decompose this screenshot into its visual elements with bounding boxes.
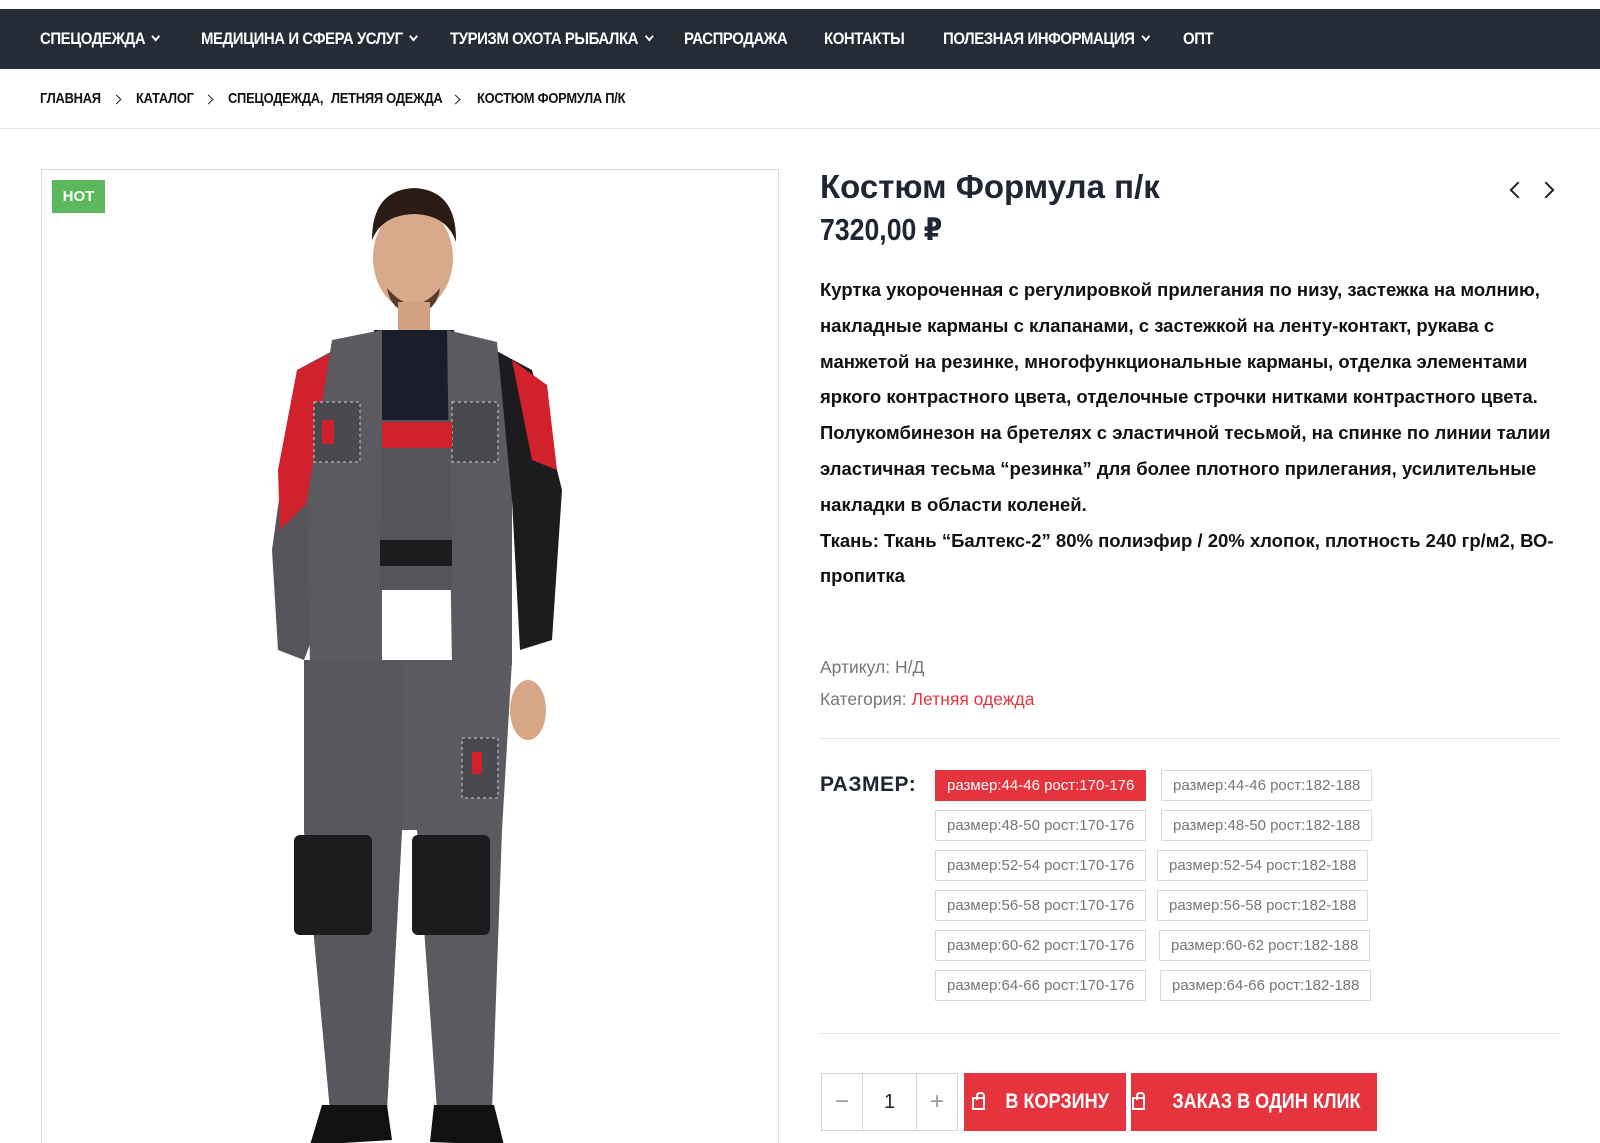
- nav-item-label: РАСПРОДАЖА: [684, 29, 788, 48]
- chevron-down-icon: [409, 31, 419, 42]
- chevron-left-icon[interactable]: [1509, 181, 1527, 199]
- size-option[interactable]: размер:60-62 рост:182-188: [1159, 930, 1371, 961]
- nav-item-label: ПОЛЕЗНАЯ ИНФОРМАЦИЯ: [943, 29, 1135, 48]
- one-click-order-label: ЗАКАЗ В ОДИН КЛИК: [1172, 1090, 1361, 1113]
- size-option[interactable]: размер:56-58 рост:182-188: [1157, 890, 1369, 921]
- nav-item-label: МЕДИЦИНА И СФЕРА УСЛУГ: [201, 29, 403, 48]
- breadcrumb: ГЛАВНАЯ КАТАЛОГ СПЕЦОДЕЖДА, ЛЕТНЯЯ ОДЕЖД…: [0, 69, 1600, 129]
- nav-item-medicine[interactable]: МЕДИЦИНА И СФЕРА УСЛУГ: [201, 9, 419, 69]
- sku-label: Артикул:: [820, 657, 891, 677]
- nav-item-label: СПЕЦОДЕЖДА: [40, 29, 146, 48]
- size-option[interactable]: размер:44-46 рост:170-176: [935, 770, 1147, 801]
- breadcrumb-catalog[interactable]: КАТАЛОГ: [136, 90, 194, 107]
- size-option[interactable]: размер:48-50 рост:170-176: [935, 810, 1147, 841]
- nav-item-tourism[interactable]: ТУРИЗМ ОХОТА РЫБАЛКА: [450, 9, 654, 69]
- nav-item-wholesale[interactable]: ОПТ: [1183, 9, 1214, 69]
- nav-item-label: ОПТ: [1183, 29, 1214, 48]
- description-paragraph: Куртка укороченная с регулировкой прилег…: [820, 279, 1540, 408]
- divider: [820, 1033, 1560, 1034]
- category-row: Категория: Летняя одежда: [820, 689, 1034, 710]
- nav-item-sale[interactable]: РАСПРОДАЖА: [684, 9, 788, 69]
- hot-badge: HOT: [52, 180, 105, 213]
- size-option[interactable]: размер:48-50 рост:182-188: [1161, 810, 1373, 841]
- breadcrumb-current: КОСТЮМ ФОРМУЛА П/К: [477, 90, 626, 107]
- breadcrumb-home[interactable]: ГЛАВНАЯ: [40, 90, 101, 107]
- divider: [820, 738, 1560, 739]
- size-option[interactable]: размер:56-58 рост:170-176: [935, 890, 1147, 921]
- size-label: РАЗМЕР:: [820, 773, 917, 796]
- size-option[interactable]: размер:52-54 рост:170-176: [935, 850, 1147, 881]
- nav-item-label: КОНТАКТЫ: [824, 29, 905, 48]
- product-gallery[interactable]: HOT: [41, 169, 779, 1143]
- description-paragraph: Ткань: Ткань “Балтекс-2” 80% полиэфир / …: [820, 529, 1554, 587]
- top-strip: [0, 0, 1600, 9]
- product-description: Куртка укороченная с регулировкой прилег…: [820, 272, 1560, 594]
- add-to-cart-button[interactable]: В КОРЗИНУ: [964, 1073, 1126, 1131]
- one-click-order-button[interactable]: ЗАКАЗ В ОДИН КЛИК: [1131, 1073, 1377, 1131]
- chevron-down-icon: [151, 31, 161, 42]
- product-title: Костюм Формула п/к: [820, 168, 1160, 205]
- size-option[interactable]: размер:52-54 рост:182-188: [1157, 850, 1369, 881]
- quantity-increase-button[interactable]: +: [917, 1074, 957, 1130]
- chevron-right-icon: [450, 94, 461, 105]
- sku-value: Н/Д: [894, 657, 925, 677]
- size-option[interactable]: размер:44-46 рост:182-188: [1161, 770, 1373, 801]
- chevron-right-icon[interactable]: [1537, 181, 1555, 199]
- quantity-stepper: − 1 +: [821, 1073, 958, 1131]
- size-option[interactable]: размер:64-66 рост:170-176: [935, 970, 1147, 1001]
- product-image[interactable]: [42, 170, 779, 1143]
- nav-item-info[interactable]: ПОЛЕЗНАЯ ИНФОРМАЦИЯ: [943, 9, 1150, 69]
- quantity-decrease-button[interactable]: −: [822, 1074, 862, 1130]
- chevron-right-icon: [203, 94, 214, 105]
- category-link[interactable]: Летняя одежда: [912, 689, 1035, 709]
- shopping-bag-icon: [972, 1092, 986, 1110]
- size-option[interactable]: размер:64-66 рост:182-188: [1160, 970, 1372, 1001]
- size-option[interactable]: размер:60-62 рост:170-176: [935, 930, 1147, 961]
- product-nav: [1506, 176, 1566, 206]
- nav-item-specodezhda[interactable]: СПЕЦОДЕЖДА: [40, 9, 161, 69]
- product-price: 7320,00 ₽: [820, 212, 943, 247]
- description-paragraph: Полукомбинезон на бретелях с эластичной …: [820, 422, 1551, 515]
- chevron-right-icon: [111, 94, 122, 105]
- nav-item-label: ТУРИЗМ ОХОТА РЫБАЛКА: [450, 29, 639, 48]
- quantity-input[interactable]: 1: [862, 1074, 917, 1130]
- breadcrumb-category-specodezhda[interactable]: СПЕЦОДЕЖДА,: [228, 90, 323, 107]
- nav-item-contacts[interactable]: КОНТАКТЫ: [824, 9, 905, 69]
- breadcrumb-category-summer[interactable]: ЛЕТНЯЯ ОДЕЖДА: [331, 90, 443, 107]
- main-nav: СПЕЦОДЕЖДА МЕДИЦИНА И СФЕРА УСЛУГ ТУРИЗМ…: [0, 9, 1600, 69]
- shopping-bag-icon: [1132, 1092, 1146, 1110]
- chevron-down-icon: [1141, 31, 1150, 42]
- sku-row: Артикул: Н/Д: [820, 657, 924, 678]
- add-to-cart-label: В КОРЗИНУ: [1005, 1090, 1110, 1113]
- chevron-down-icon: [644, 31, 654, 42]
- category-label: Категория:: [820, 689, 907, 709]
